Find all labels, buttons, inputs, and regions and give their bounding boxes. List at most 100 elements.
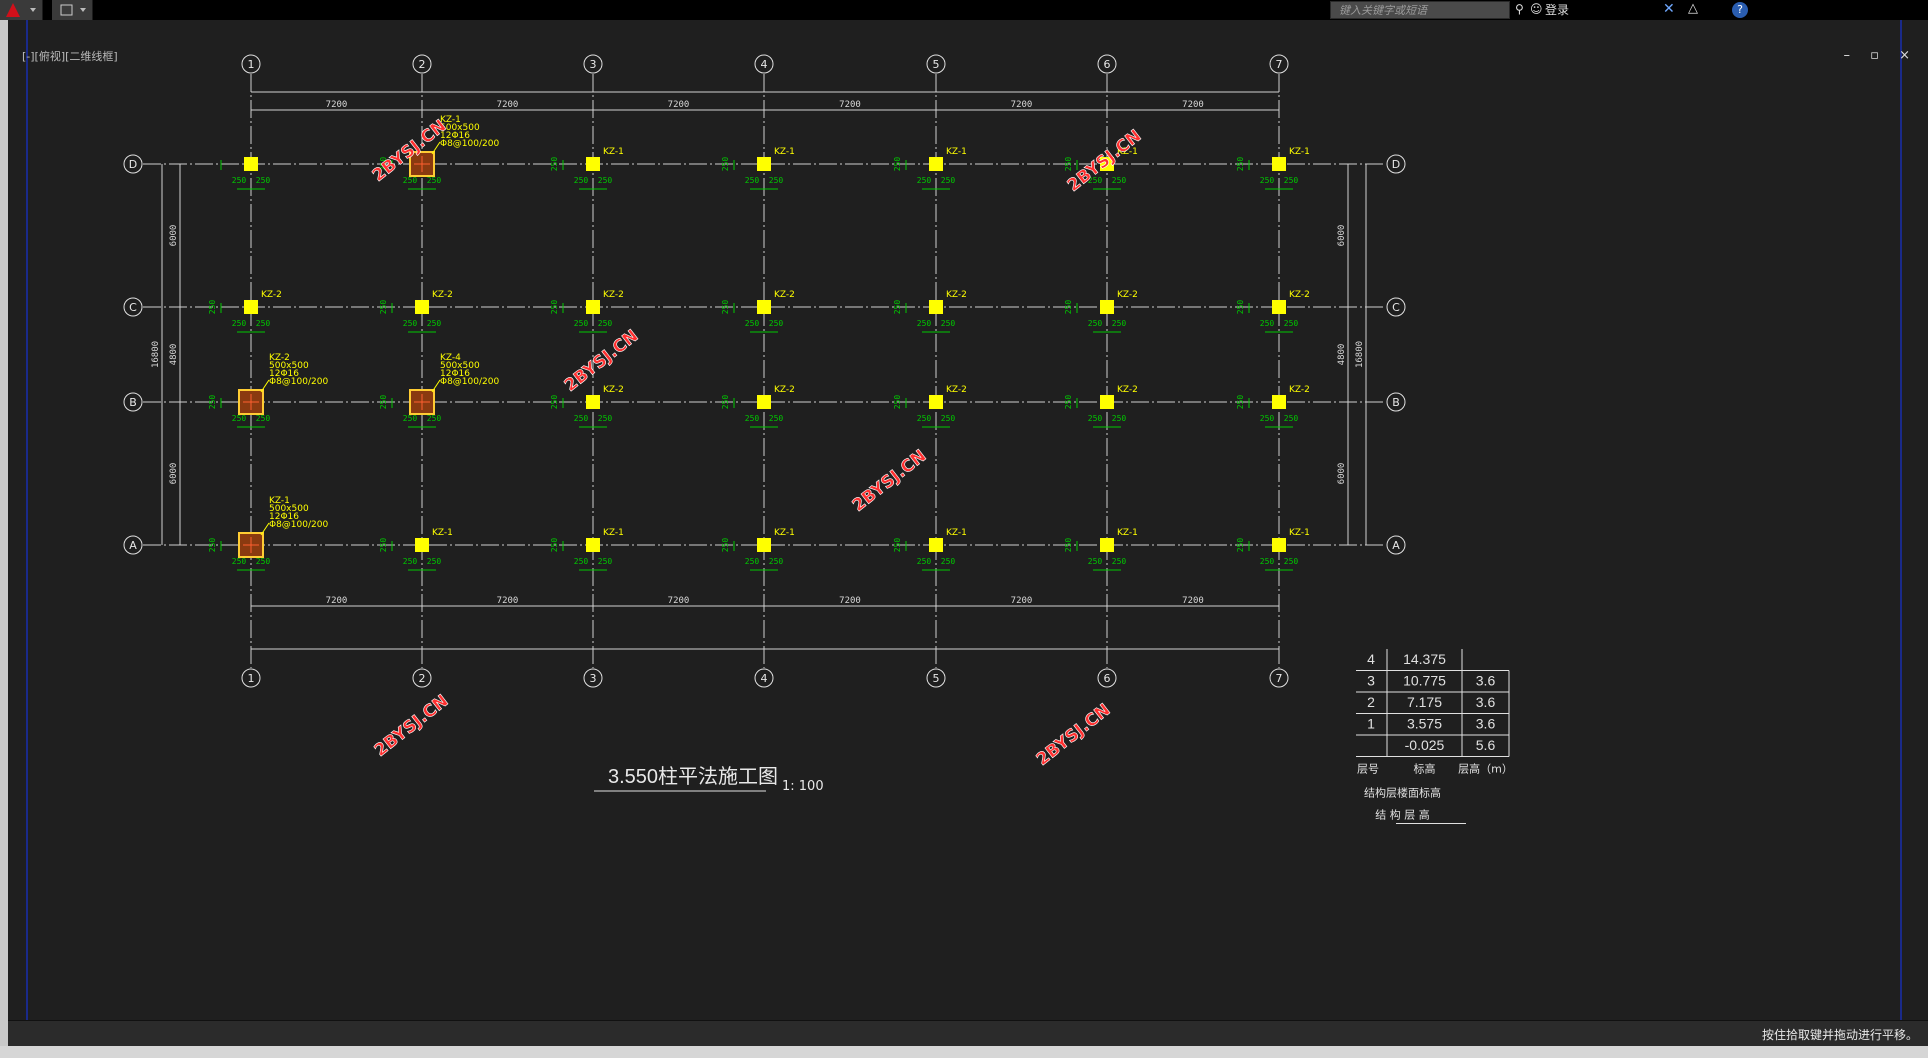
- drawing-viewport[interactable]: 1 1 2 2 3 3 4 4 5 5 6 6 7 7 A A B B C C D D 7200 7200 7200 7200 7…: [8, 20, 1928, 1020]
- half-dimension: 250: [745, 319, 760, 328]
- half-dimension: 250: [893, 538, 902, 553]
- half-dimension: 250: [598, 176, 613, 185]
- column-tag: KZ-1: [774, 528, 795, 538]
- column-tag: KZ-2: [1289, 385, 1310, 395]
- column-tag: KZ-2: [261, 290, 282, 300]
- half-dimension: 250: [769, 557, 784, 566]
- column-tag: KZ-1: [1289, 528, 1310, 538]
- half-dimension: 250: [550, 538, 559, 553]
- column-4B: KZ-2 250 250 250: [721, 385, 795, 428]
- half-dimension: 250: [1236, 538, 1245, 553]
- span-dimension: 6000: [169, 225, 179, 247]
- column-3C: KZ-2 250 250 250: [550, 290, 624, 333]
- a360-icon[interactable]: △: [1688, 1, 1698, 16]
- bay-dimension: 7200: [1182, 100, 1204, 110]
- column-section: [415, 538, 429, 552]
- column-section: [929, 538, 943, 552]
- watermark-text: 2BYSJ.CN: [371, 691, 453, 761]
- table-elevation: 3.575: [1407, 716, 1442, 732]
- half-dimension: 250: [379, 300, 388, 315]
- axis-label: 7: [1276, 58, 1283, 71]
- column-spec-text: Φ8@100/200: [269, 377, 328, 387]
- table-floor: 2: [1367, 694, 1375, 710]
- column-5D: KZ-1 250 250 250: [893, 147, 967, 190]
- user-icon[interactable]: ☺: [1530, 2, 1543, 16]
- bottom-frame: [0, 1046, 1928, 1058]
- viewport-label[interactable]: [-][俯视][二维线框]: [22, 48, 118, 64]
- half-dimension: 250: [1260, 176, 1275, 185]
- half-dimension: 250: [769, 414, 784, 423]
- half-dimension: 250: [256, 176, 271, 185]
- axis-label: C: [129, 301, 137, 314]
- table-header: 层号: [1357, 763, 1379, 776]
- login-button[interactable]: 登录: [1545, 1, 1569, 19]
- half-dimension: 250: [917, 414, 932, 423]
- binoculars-icon[interactable]: ⚲: [1515, 2, 1524, 16]
- half-dimension: 250: [941, 414, 956, 423]
- column-tag: KZ-2: [1117, 385, 1138, 395]
- column-section: [244, 300, 258, 314]
- bay-dimension: 7200: [497, 100, 519, 110]
- half-dimension: 250: [427, 414, 442, 423]
- half-dimension: 250: [379, 395, 388, 410]
- axis-label: B: [1392, 396, 1400, 409]
- column-7D: KZ-1 250 250 250: [1236, 147, 1310, 190]
- column-5C: KZ-2 250 250 250: [893, 290, 967, 333]
- column-spec-text: Φ8@100/200: [440, 377, 499, 387]
- drawing-scale: 1: 100: [782, 779, 824, 794]
- column-tag: KZ-2: [946, 290, 967, 300]
- left-frame: [0, 20, 8, 1046]
- table-floor: 4: [1367, 651, 1375, 667]
- axis-label: 3: [590, 672, 597, 685]
- half-dimension: 250: [1112, 319, 1127, 328]
- column-6C: KZ-2 250 250 250: [1064, 290, 1138, 333]
- half-dimension: 250: [232, 319, 247, 328]
- half-dimension: 250: [1112, 557, 1127, 566]
- column-tag: KZ-2: [774, 290, 795, 300]
- axis-label: D: [129, 158, 137, 171]
- span-dimension: 6000: [1337, 463, 1347, 485]
- bay-dimension: 7200: [497, 596, 519, 606]
- half-dimension: 250: [403, 414, 418, 423]
- column-tag: KZ-1: [603, 147, 624, 157]
- half-dimension: 250: [550, 157, 559, 172]
- half-dimension: 250: [1112, 414, 1127, 423]
- column-plan-drawing: 1 1 2 2 3 3 4 4 5 5 6 6 7 7 A A B B C C D D 7200 7200 7200 7200 7…: [26, 20, 1902, 1020]
- column-1B: KZ-2500x50012Φ16Φ8@100/200250 250250: [208, 353, 328, 428]
- column-section: [1272, 538, 1286, 552]
- search-input[interactable]: 键入关键字或短语: [1330, 1, 1510, 19]
- half-dimension: 250: [427, 319, 442, 328]
- half-dimension: 250: [1236, 395, 1245, 410]
- column-section: [757, 300, 771, 314]
- column-tag: KZ-1: [946, 528, 967, 538]
- bay-dimension: 7200: [326, 596, 348, 606]
- column-tag: KZ-2: [603, 385, 624, 395]
- half-dimension: 250: [941, 176, 956, 185]
- column-section: [1272, 300, 1286, 314]
- span-dimension: 6000: [1337, 225, 1347, 247]
- app-menu-button[interactable]: [0, 0, 43, 20]
- application-toolbar: 键入关键字或短语 ⚲ ☺ 登录 ✕ △ ?: [0, 0, 1928, 20]
- table-floor: 1: [1367, 716, 1375, 732]
- total-dimension: 16800: [151, 341, 161, 368]
- half-dimension: 250: [598, 319, 613, 328]
- watermark-text: 2BYSJ.CN: [1033, 700, 1115, 770]
- column-2B: KZ-4500x50012Φ16Φ8@100/200250 250250: [379, 353, 499, 428]
- axis-label: 5: [933, 672, 940, 685]
- half-dimension: 250: [574, 176, 589, 185]
- column-section: [586, 538, 600, 552]
- half-dimension: 250: [1088, 414, 1103, 423]
- axis-label: 4: [761, 58, 768, 71]
- quick-access-save-button[interactable]: [52, 0, 93, 20]
- span-dimension: 6000: [169, 463, 179, 485]
- half-dimension: 250: [1284, 176, 1299, 185]
- help-icon[interactable]: ?: [1732, 2, 1748, 18]
- total-dimension: 16800: [1355, 341, 1365, 368]
- half-dimension: 250: [917, 319, 932, 328]
- exchange-icon[interactable]: ✕: [1663, 1, 1675, 17]
- axis-label: 1: [248, 672, 255, 685]
- column-2C: KZ-2 250 250 250: [379, 290, 453, 333]
- column-tag: KZ-2: [603, 290, 624, 300]
- viewport-window-controls[interactable]: – ▫ ×: [1844, 48, 1918, 63]
- column-3B: KZ-2 250 250 250: [550, 385, 624, 428]
